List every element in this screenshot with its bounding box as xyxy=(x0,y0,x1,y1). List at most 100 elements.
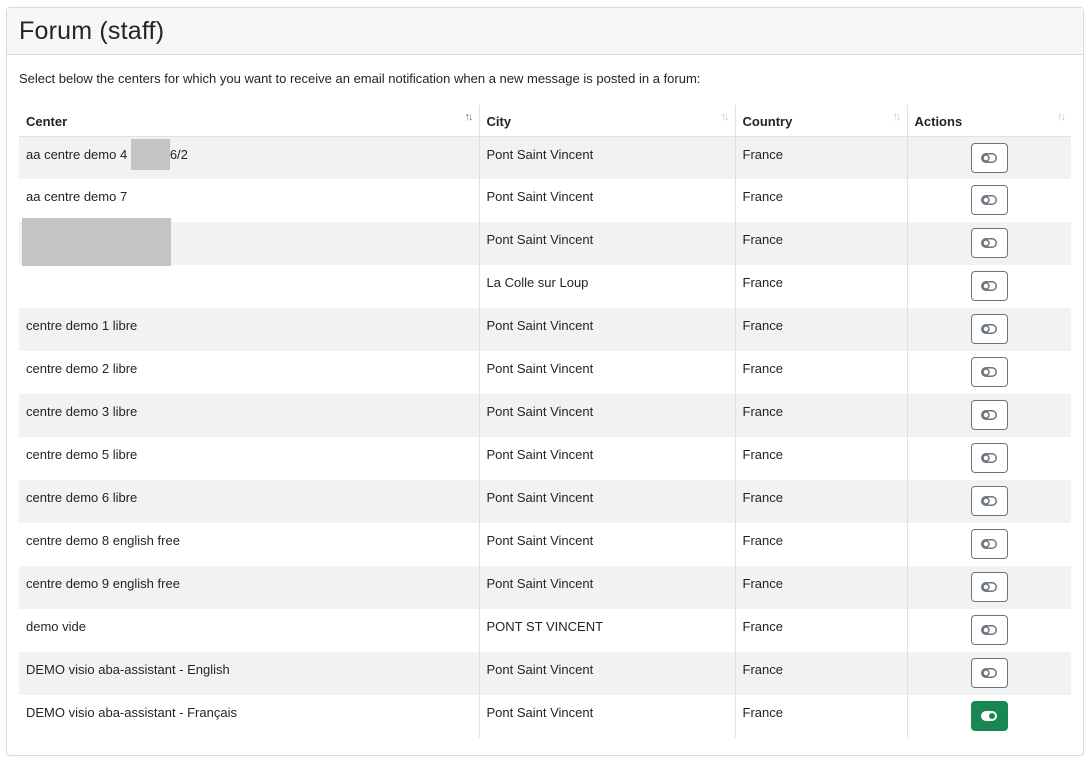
toggle-off-icon xyxy=(981,668,998,678)
table-row: Pont Saint Vincent France xyxy=(19,218,1071,266)
toggle-off-icon xyxy=(981,367,998,377)
cell-country: France xyxy=(734,222,907,265)
notification-toggle-button[interactable] xyxy=(970,357,1008,387)
notification-toggle-button[interactable] xyxy=(970,658,1008,688)
column-header-label: Country xyxy=(742,113,793,129)
notification-toggle-button[interactable] xyxy=(970,400,1008,430)
notification-toggle-button[interactable] xyxy=(970,701,1008,731)
center-name: centre demo 6 libre xyxy=(26,490,138,505)
table-row: La Colle sur Loup France xyxy=(19,265,1071,308)
cell-actions xyxy=(906,308,1071,351)
cell-country: France xyxy=(734,566,907,609)
notification-toggle-button[interactable] xyxy=(970,271,1008,301)
cell-city: La Colle sur Loup xyxy=(478,265,735,308)
notification-toggle-button[interactable] xyxy=(970,572,1008,602)
notification-toggle-button[interactable] xyxy=(970,228,1008,258)
center-name: centre demo 1 libre xyxy=(26,318,138,333)
cell-city: Pont Saint Vincent xyxy=(478,136,735,179)
cell-country: France xyxy=(734,265,907,308)
cell-city: Pont Saint Vincent xyxy=(478,566,735,609)
center-name: centre demo 2 libre xyxy=(26,361,138,376)
sort-arrows-icon: ↑↓ xyxy=(464,111,474,123)
cell-city: Pont Saint Vincent xyxy=(478,523,735,566)
notification-toggle-button[interactable] xyxy=(970,486,1008,516)
column-header-country[interactable]: Country ↑↓ xyxy=(734,105,907,137)
toggle-off-icon xyxy=(981,238,998,248)
table-row: centre demo 6 libre Pont Saint Vincent Fra… xyxy=(19,480,1071,523)
center-name: demo vide xyxy=(26,619,86,634)
cell-country: France xyxy=(734,437,907,480)
cell-city: Pont Saint Vincent xyxy=(478,652,735,695)
center-name: centre demo 8 english free xyxy=(26,533,180,548)
notification-toggle-button[interactable] xyxy=(970,142,1008,173)
notification-toggle-button[interactable] xyxy=(970,185,1008,215)
cell-city: Pont Saint Vincent xyxy=(478,394,735,437)
cell-actions xyxy=(906,136,1071,179)
table-row: centre demo 2 libre Pont Saint Vincent Fra… xyxy=(19,351,1071,394)
sort-arrows-icon: ↑↓ xyxy=(720,111,730,123)
column-header-city[interactable]: City ↑↓ xyxy=(478,105,735,137)
cell-actions xyxy=(906,480,1071,523)
cell-center: centre demo 1 libre xyxy=(19,308,479,351)
toggle-off-icon xyxy=(981,539,998,549)
cell-center: DEMO visio aba-assistant - English xyxy=(19,652,479,695)
cell-actions xyxy=(906,351,1071,394)
table-row: centre demo 8 english free Pont Saint Vin… xyxy=(19,523,1071,566)
table-row: DEMO visio aba-assistant - English Pont S… xyxy=(19,652,1071,695)
table-row: demo vide PONT ST VINCENT France xyxy=(19,609,1071,652)
toggle-off-icon xyxy=(981,324,998,334)
cell-city: Pont Saint Vincent xyxy=(478,437,735,480)
cell-center: demo vide xyxy=(19,609,479,652)
redacted-block xyxy=(130,139,170,171)
notification-toggle-button[interactable] xyxy=(970,615,1008,645)
column-header-label: Center xyxy=(26,113,68,129)
table-row: aa centre demo 4 6/2 Pont Saint Vincent Fr… xyxy=(19,136,1071,179)
center-name: centre demo 9 english free xyxy=(26,576,180,591)
cell-center: DEMO visio aba-assistant - Français xyxy=(19,695,479,738)
column-header-actions[interactable]: Actions ↑↓ xyxy=(906,105,1071,137)
column-header-label: Actions xyxy=(914,113,963,129)
center-name: centre demo 5 libre xyxy=(26,447,138,462)
sort-arrows-icon: ↑↓ xyxy=(892,111,902,123)
cell-center: centre demo 9 english free xyxy=(19,566,479,609)
cell-city: Pont Saint Vincent xyxy=(478,480,735,523)
cell-actions xyxy=(906,179,1071,222)
notification-toggle-button[interactable] xyxy=(970,529,1008,559)
toggle-off-icon xyxy=(981,410,998,420)
cell-center: centre demo 3 libre xyxy=(19,394,479,437)
cell-center: centre demo 6 libre xyxy=(19,480,479,523)
cell-center: centre demo 2 libre xyxy=(19,351,479,394)
forum-staff-card: Forum (staff) Select below the centers f… xyxy=(6,7,1084,756)
cell-city: PONT ST VINCENT xyxy=(478,609,735,652)
intro-text: Select below the centers for which you w… xyxy=(19,71,701,86)
notification-toggle-button[interactable] xyxy=(970,314,1008,344)
cell-country: France xyxy=(734,179,907,222)
cell-city: Pont Saint Vincent xyxy=(478,179,735,222)
center-name: centre demo 3 libre xyxy=(26,404,138,419)
center-name: aa centre demo 7 xyxy=(26,189,128,204)
cell-country: France xyxy=(734,351,907,394)
toggle-off-icon xyxy=(981,453,998,463)
cell-city: Pont Saint Vincent xyxy=(478,308,735,351)
table-row: centre demo 9 english free Pont Saint Vin… xyxy=(19,566,1071,609)
cell-actions xyxy=(906,394,1071,437)
cell-country: France xyxy=(734,609,907,652)
toggle-off-icon xyxy=(981,582,998,592)
cell-country: France xyxy=(734,308,907,351)
cell-country: France xyxy=(734,652,907,695)
column-header-label: City xyxy=(486,113,512,129)
notification-toggle-button[interactable] xyxy=(970,443,1008,473)
column-header-center[interactable]: Center ↑↓ xyxy=(19,105,479,137)
cell-country: France xyxy=(734,523,907,566)
page-title: Forum (staff) xyxy=(19,16,165,45)
cell-actions xyxy=(906,437,1071,480)
cell-actions xyxy=(906,609,1071,652)
toggle-off-icon xyxy=(981,496,998,506)
table-header-row: Center ↑↓ City ↑↓ Country ↑↓ Actions ↑↓ xyxy=(19,105,1071,137)
sort-arrows-icon: ↑↓ xyxy=(1057,111,1066,123)
cell-center: centre demo 5 libre xyxy=(19,437,479,480)
toggle-off-icon xyxy=(981,195,998,205)
table-row: centre demo 5 libre Pont Saint Vincent Fra… xyxy=(19,437,1071,480)
center-name: aa centre demo 4 xyxy=(26,146,128,162)
table-row: aa centre demo 7 Pont Saint Vincent France xyxy=(19,179,1071,222)
